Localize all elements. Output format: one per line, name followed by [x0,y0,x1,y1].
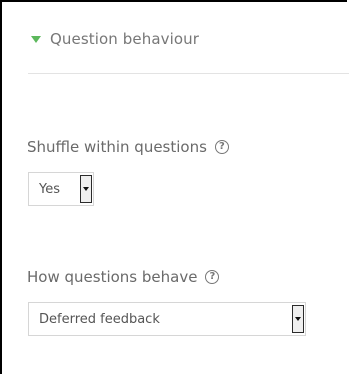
chevron-down-icon [295,317,301,321]
behaviour-label-row: How questions behave ? [27,268,220,286]
help-icon[interactable]: ? [205,270,220,284]
shuffle-label: Shuffle within questions [27,138,207,156]
shuffle-dropdown-button[interactable] [80,175,92,203]
behaviour-select[interactable]: Deferred feedback [28,302,306,336]
behaviour-dropdown-button[interactable] [292,305,304,333]
behaviour-select-value: Deferred feedback [39,311,160,327]
shuffle-select-value: Yes [39,181,60,197]
behaviour-label: How questions behave [27,268,198,286]
section-divider [28,73,349,74]
section-title: Question behaviour [50,30,200,48]
triangle-down-icon [31,36,41,43]
section-toggle-question-behaviour[interactable]: Question behaviour [31,30,199,48]
form-panel: Question behaviour Shuffle within questi… [0,0,349,374]
chevron-down-icon [83,187,89,191]
help-icon[interactable]: ? [214,140,229,154]
shuffle-label-row: Shuffle within questions ? [27,138,229,156]
shuffle-select[interactable]: Yes [28,172,94,206]
